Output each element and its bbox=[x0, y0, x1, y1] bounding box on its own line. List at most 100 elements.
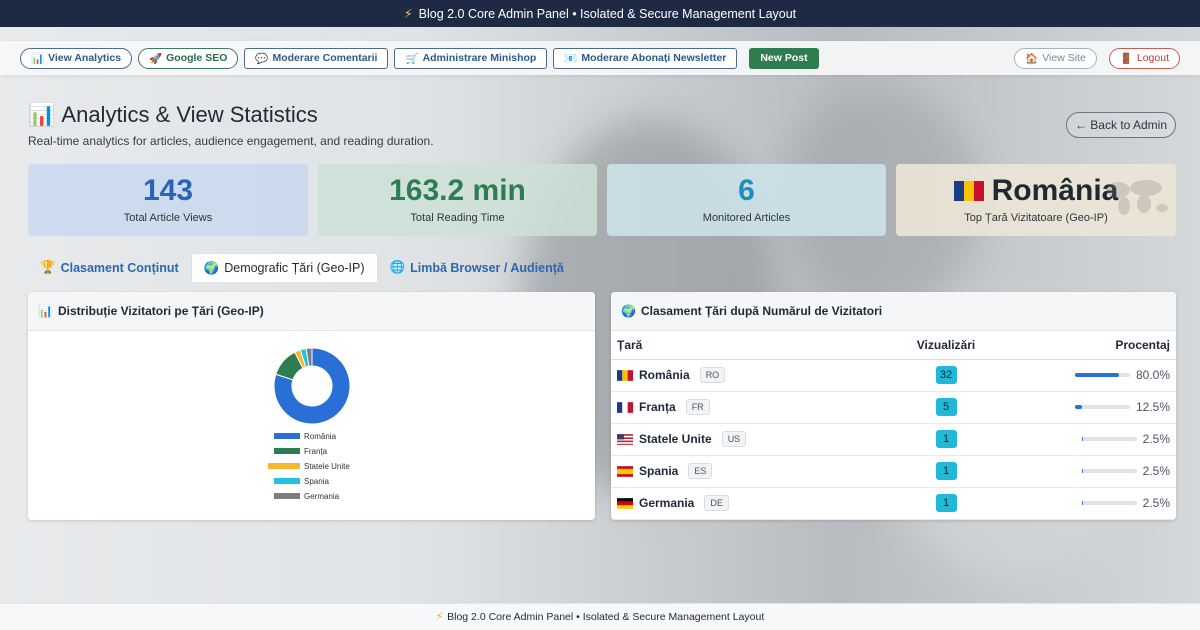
country-name: Germania bbox=[639, 496, 695, 510]
page-title-text: Analytics & View Statistics bbox=[61, 102, 318, 127]
country-ranking-table: Țară Vizualizări Procentaj România RO 32 80… bbox=[611, 331, 1176, 520]
google-seo-button[interactable]: 🚀 Google SEO bbox=[138, 47, 239, 69]
percent-cell: 2.5% bbox=[1006, 455, 1176, 488]
table-row: Spania ES 1 2.5% bbox=[611, 455, 1176, 488]
percent-bar bbox=[1074, 405, 1130, 409]
country-code-badge: RO bbox=[699, 367, 726, 383]
us-flag-icon bbox=[617, 433, 633, 445]
view-analytics-button[interactable]: 📊 View Analytics bbox=[20, 47, 133, 69]
administrare-minishop-label: Administrare Minishop bbox=[422, 52, 537, 64]
moderare-comentarii-button[interactable]: 💬 Moderare Comentarii bbox=[244, 47, 389, 69]
percent-value: 80.0% bbox=[1135, 368, 1170, 382]
world-map-icon bbox=[1106, 180, 1168, 215]
legend-swatch bbox=[274, 493, 300, 499]
country-name: Statele Unite bbox=[639, 432, 712, 446]
ro-flag-icon bbox=[617, 369, 633, 381]
country-cell: România RO bbox=[611, 359, 886, 392]
rocket-icon: 🚀 bbox=[149, 52, 163, 65]
legend-swatch bbox=[274, 448, 300, 454]
percent-cell: 80.0% bbox=[1006, 359, 1176, 392]
romania-flag-icon bbox=[953, 181, 984, 201]
page-header: 📊 Analytics & View Statistics Real-time … bbox=[28, 102, 434, 148]
country-code-badge: US bbox=[721, 431, 747, 447]
legend-label: Spania bbox=[304, 477, 329, 486]
page-title: 📊 Analytics & View Statistics bbox=[28, 102, 434, 128]
country-code-badge: FR bbox=[685, 399, 710, 415]
table-row: Franța FR 5 12.5% bbox=[611, 391, 1176, 424]
panel-header: 🌍 Clasament Țări după Numărul de Vizitat… bbox=[611, 292, 1176, 331]
tab-label: Demografic Țări (Geo-IP) bbox=[224, 261, 365, 275]
view-analytics-label: View Analytics bbox=[48, 52, 122, 64]
tab-content-ranking[interactable]: 🏆 Clasament Conținut bbox=[28, 253, 191, 282]
stat-value: 6 bbox=[738, 174, 755, 207]
footer: ⚡ Blog 2.0 Core Admin Panel • Isolated &… bbox=[0, 603, 1200, 630]
percent-bar bbox=[1081, 437, 1137, 441]
percent-value: 12.5% bbox=[1135, 400, 1170, 414]
country-code-badge: ES bbox=[688, 463, 713, 479]
panel-header: 📊 Distribuție Vizitatori pe Țări (Geo-IP… bbox=[28, 292, 595, 331]
logout-label: Logout bbox=[1136, 52, 1169, 64]
view-site-label: View Site bbox=[1042, 52, 1086, 64]
trophy-icon: 🏆 bbox=[40, 260, 56, 274]
country-name: Franța bbox=[639, 400, 676, 414]
tab-label: Clasament Conținut bbox=[60, 260, 179, 275]
views-count-badge: 32 bbox=[935, 366, 957, 384]
door-icon: 🚪 bbox=[1119, 52, 1133, 65]
views-cell: 1 bbox=[886, 423, 1006, 456]
percent-bar-fill bbox=[1081, 437, 1084, 441]
globe-icon: 🌍 bbox=[203, 260, 220, 275]
de-flag-icon bbox=[617, 497, 633, 509]
table-row: Statele Unite US 1 2.5% bbox=[611, 423, 1176, 456]
table-header-row: Țară Vizualizări Procentaj bbox=[611, 331, 1176, 360]
stat-card-views: 143 Total Article Views bbox=[28, 164, 308, 236]
back-to-admin-button[interactable]: ← Back to Admin bbox=[1066, 112, 1176, 138]
moderare-abonati-label: Moderare Abonați Newsletter bbox=[581, 52, 727, 64]
country-cell: Spania ES bbox=[611, 455, 886, 488]
views-cell: 32 bbox=[886, 359, 1006, 392]
new-post-button[interactable]: New Post bbox=[749, 47, 819, 69]
stat-card-articles: 6 Monitored Articles bbox=[607, 164, 886, 236]
moderare-comentarii-label: Moderare Comentarii bbox=[272, 52, 378, 64]
logout-button[interactable]: 🚪 Logout bbox=[1108, 47, 1180, 69]
percent-value: 2.5% bbox=[1142, 432, 1170, 446]
legend-swatch bbox=[274, 478, 300, 484]
stat-value: România bbox=[991, 174, 1119, 207]
tab-label: Limbă Browser / Audiență bbox=[410, 260, 564, 275]
legend-label: Statele Unite bbox=[304, 462, 350, 471]
fr-flag-icon bbox=[617, 401, 633, 413]
percent-value: 2.5% bbox=[1142, 464, 1170, 478]
view-site-button[interactable]: 🏠 View Site bbox=[1014, 47, 1097, 69]
es-flag-icon bbox=[617, 465, 633, 477]
administrare-minishop-button[interactable]: 🛒 Administrare Minishop bbox=[394, 47, 548, 69]
percent-bar-fill bbox=[1081, 501, 1084, 505]
stat-label: Monitored Articles bbox=[702, 212, 791, 224]
stat-card-reading-time: 163.2 min Total Reading Time bbox=[318, 164, 597, 236]
bar-chart-icon: 📊 bbox=[38, 304, 53, 318]
views-count-badge: 1 bbox=[935, 494, 957, 512]
views-count-badge: 1 bbox=[935, 462, 957, 480]
tab-countries[interactable]: 🌍 Demografic Țări (Geo-IP) bbox=[190, 253, 378, 282]
bar-chart-icon: 📊 bbox=[31, 52, 45, 65]
stat-value: 163.2 min bbox=[389, 174, 526, 207]
percent-bar-fill bbox=[1081, 469, 1084, 473]
percent-bar bbox=[1074, 373, 1130, 377]
top-banner-title: Blog 2.0 Core Admin Panel • Isolated & S… bbox=[418, 6, 797, 21]
footer-text: Blog 2.0 Core Admin Panel • Isolated & S… bbox=[447, 611, 765, 623]
views-cell: 5 bbox=[886, 391, 1006, 424]
views-count-badge: 5 bbox=[935, 398, 957, 416]
percent-bar-fill bbox=[1074, 373, 1119, 377]
panel-title: Distribuție Vizitatori pe Țări (Geo-IP) bbox=[57, 304, 264, 318]
table-row: Germania DE 1 2.5% bbox=[611, 487, 1176, 520]
stat-label: Total Article Views bbox=[123, 212, 213, 224]
globe-icon: 🌍 bbox=[621, 304, 636, 318]
country-donut-chart: România Franța Statele Unite Spania Germania bbox=[268, 347, 351, 501]
country-cell: Statele Unite US bbox=[611, 423, 886, 456]
stat-label: Total Reading Time bbox=[410, 212, 505, 224]
country-distribution-panel: 📊 Distribuție Vizitatori pe Țări (Geo-IP… bbox=[28, 292, 595, 520]
table-row: România RO 32 80.0% bbox=[611, 359, 1176, 392]
country-code-badge: DE bbox=[704, 495, 729, 511]
tab-browser-language[interactable]: 🌐 Limbă Browser / Audiență bbox=[378, 253, 576, 282]
moderare-abonati-button[interactable]: 📧 Moderare Abonați Newsletter bbox=[553, 47, 738, 69]
stat-card-top-country: România Top Țară Vizitatoare (Geo-IP) bbox=[896, 164, 1176, 236]
language-globe-icon: 🌐 bbox=[389, 260, 406, 274]
